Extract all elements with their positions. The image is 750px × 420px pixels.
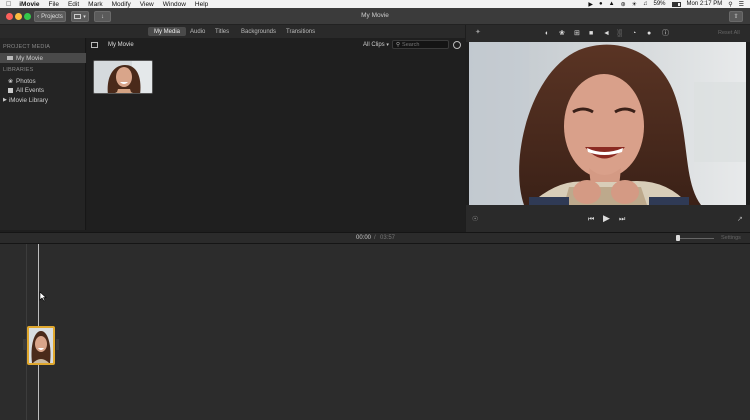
zoom-slider-knob[interactable] (676, 235, 680, 241)
current-time: 00:00 (356, 235, 372, 241)
star-icon (8, 87, 13, 93)
color-balance-icon[interactable]: ◐ (545, 30, 549, 37)
menu-window[interactable]: Window (163, 1, 186, 8)
menu-app-name[interactable]: iMovie (19, 1, 39, 8)
sidebar-item-my-movie[interactable]: My Movie (0, 53, 86, 63)
library-sidebar: PROJECT MEDIA My Movie LIBRARIES ❀ Photo… (0, 38, 86, 230)
battery-percent[interactable]: 59% (654, 1, 666, 7)
libraries-header: LIBRARIES (3, 67, 34, 73)
project-media-header: PROJECT MEDIA (3, 44, 51, 50)
status-icon[interactable]: ▲ (609, 1, 615, 7)
crop-icon[interactable]: ⊞ (574, 30, 580, 37)
skip-forward-icon[interactable]: ⏭ (619, 216, 625, 223)
time-separator: / (374, 235, 376, 241)
menu-view[interactable]: View (140, 1, 154, 8)
search-field[interactable]: ⚲ Search (392, 40, 449, 49)
search-icon[interactable]: ⚲ (728, 1, 732, 8)
media-tab-bar: My Media Audio Titles Backgrounds Transi… (0, 25, 465, 38)
sidebar-item-label: My Movie (16, 54, 43, 62)
viewer-frame-image (469, 42, 746, 205)
window-title: My Movie (361, 12, 389, 19)
tab-titles[interactable]: Titles (209, 27, 235, 36)
microphone-icon[interactable]: ☉ (472, 216, 478, 223)
browser-title: My Movie (108, 42, 134, 48)
speed-icon[interactable]: ◔ (632, 30, 636, 37)
wifi-icon[interactable]: ☀ (632, 1, 637, 8)
fullscreen-icon[interactable]: ↗ (737, 216, 743, 223)
clip-preview-image (94, 61, 152, 93)
sidebar-item-all-events[interactable]: All Events (0, 85, 86, 95)
clip-filter-icon[interactable]: ● (647, 30, 651, 37)
volume-icon[interactable]: ◄ (603, 30, 610, 37)
clips-filter-label: All Clips (363, 42, 385, 48)
status-icon[interactable]: ● (599, 1, 603, 7)
stabilization-icon[interactable]: ■ (589, 30, 593, 37)
photos-icon: ❀ (8, 78, 14, 85)
magic-wand-icon[interactable]: ✦ (475, 29, 481, 36)
clip-trim-handle[interactable] (56, 339, 59, 350)
total-duration: 03:57 (380, 235, 396, 241)
timeline (0, 244, 750, 420)
battery-icon[interactable] (671, 1, 681, 7)
tab-backgrounds[interactable]: Backgrounds (235, 27, 282, 36)
menu-mark[interactable]: Mark (88, 1, 102, 8)
notifications-icon[interactable]: ☰ (739, 1, 744, 8)
timeline-clip[interactable] (27, 326, 55, 365)
timeline-header: 00:00 / 03:57 Settings (0, 232, 750, 244)
status-icon[interactable]: ▶ (588, 1, 593, 8)
search-placeholder: Search (402, 41, 420, 48)
sidebar-item-label: Photos (16, 77, 36, 85)
zoom-slider[interactable] (676, 238, 714, 239)
bluetooth-icon[interactable]: ⊛ (621, 1, 626, 8)
clips-filter-select[interactable]: All Clips ▾ (363, 42, 389, 48)
skip-back-icon[interactable]: ⏮ (588, 216, 594, 223)
timeline-settings-button[interactable]: Settings (721, 235, 741, 241)
search-icon: ⚲ (396, 41, 401, 48)
info-icon[interactable]: ⓘ (662, 30, 669, 37)
tab-audio[interactable]: Audio (184, 27, 211, 36)
sidebar-item-imovie-library[interactable]: ▶ iMovie Library (0, 95, 86, 105)
sidebar-toggle-icon[interactable] (91, 42, 98, 51)
chevron-down-icon: ▾ (386, 42, 389, 48)
settings-gear-icon[interactable] (453, 41, 461, 49)
share-icon: ⇧ (733, 14, 739, 20)
clip-trim-handle[interactable] (23, 339, 26, 350)
noise-reduction-icon[interactable]: ░ (617, 30, 622, 37)
tab-transitions[interactable]: Transitions (280, 27, 321, 36)
timeline-clip-image (29, 328, 53, 363)
media-browser: My Movie All Clips ▾ ⚲ Search (87, 38, 465, 230)
video-viewer (469, 42, 746, 205)
clock[interactable]: Mon 2:17 PM (687, 1, 723, 7)
media-clip-thumbnail[interactable] (93, 60, 153, 94)
share-button[interactable]: ⇧ (729, 11, 743, 22)
volume-icon[interactable]: ♫ (643, 1, 648, 7)
menu-file[interactable]: File (48, 1, 58, 8)
menu-modify[interactable]: Modify (112, 1, 131, 8)
film-icon (7, 56, 13, 60)
playback-controls: ☉ ⏮ ▶ ⏭ ↗ (466, 205, 750, 232)
menu-bar:  iMovie File Edit Mark Modify View Wind… (0, 0, 750, 8)
menu-extras: ▶ ● ▲ ⊛ ☀ ♫ 59% Mon 2:17 PM ⚲ ☰ (588, 0, 744, 8)
menu-edit[interactable]: Edit (68, 1, 79, 8)
sidebar-item-label: iMovie Library (8, 96, 49, 104)
tab-my-media[interactable]: My Media (148, 27, 187, 36)
menu-help[interactable]: Help (195, 1, 208, 8)
play-icon[interactable]: ▶ (603, 214, 610, 223)
reset-all-button[interactable]: Reset All (718, 30, 740, 36)
mouse-pointer-icon (39, 291, 47, 302)
title-bar: ‹ Projects ▾ ↓ My Movie ⇧ (0, 8, 750, 25)
apple-icon[interactable]:  (6, 1, 11, 8)
disclosure-triangle-icon: ▶ (3, 97, 7, 103)
sidebar-item-label: All Events (16, 86, 44, 94)
viewer-toolbar: ✦ ◐ ❀ ⊞ ■ ◄ ░ ◔ ● ⓘ Reset All (466, 25, 750, 42)
color-correction-icon[interactable]: ❀ (559, 30, 565, 37)
